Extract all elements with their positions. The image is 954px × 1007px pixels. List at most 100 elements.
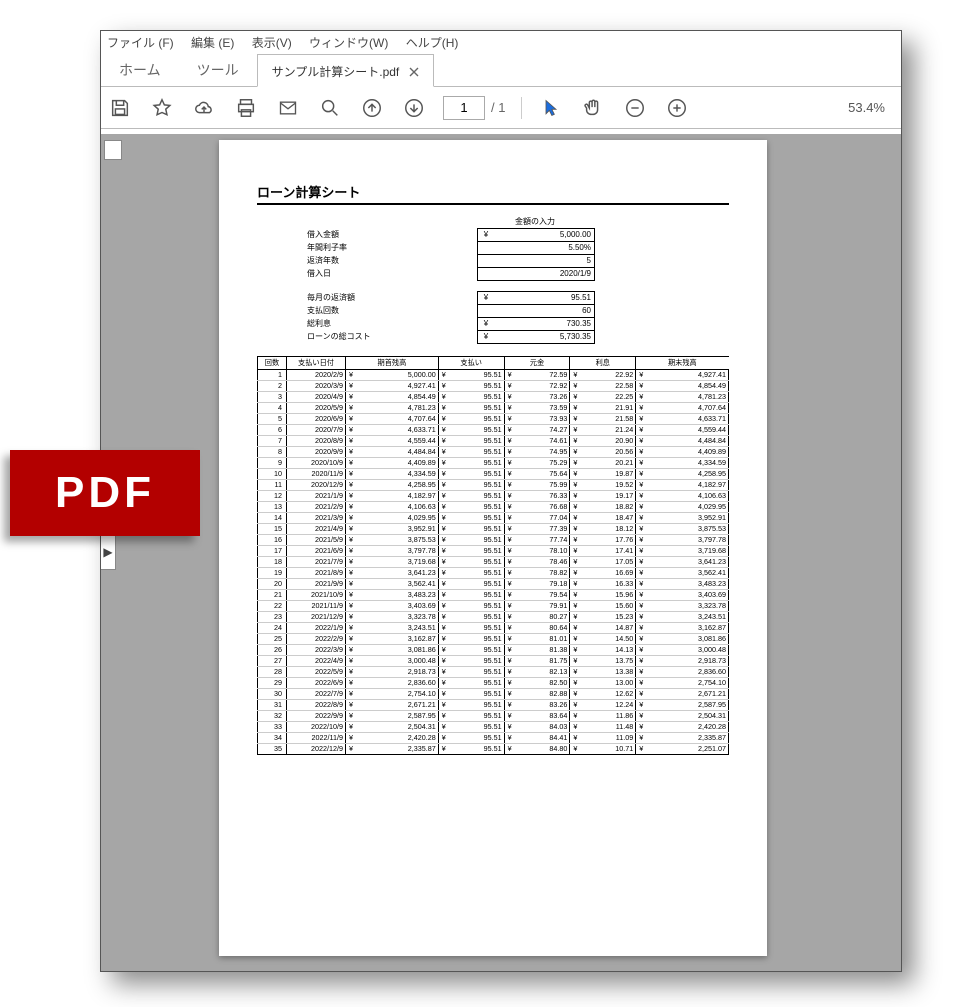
col-header: 回数 [258, 357, 287, 370]
tab-home[interactable]: ホーム [101, 52, 179, 86]
table-row: 72020/8/9¥4,559.44¥95.51¥74.61¥20.90¥4,4… [258, 436, 729, 447]
toolbar: / 1 53.4% [101, 87, 901, 129]
doc-title: ローン計算シート [257, 182, 729, 205]
table-row: 272022/4/9¥3,000.48¥95.51¥81.75¥13.75¥2,… [258, 656, 729, 667]
table-row: 22020/3/9¥4,927.41¥95.51¥72.92¥22.58¥4,8… [258, 381, 729, 392]
page-indicator: / 1 [443, 96, 505, 120]
summary-label: ローンの総コスト [307, 330, 477, 343]
page-input[interactable] [443, 96, 485, 120]
document-viewer[interactable]: ▶ ローン計算シート . 借入金額年間利子率返済年数借入日 金額の入力 ¥5,0… [101, 134, 901, 971]
summary-values: ¥95.5160¥730.35¥5,730.35 [477, 291, 595, 344]
page-total: / 1 [491, 100, 505, 115]
table-row: 82020/9/9¥4,484.84¥95.51¥74.95¥20.56¥4,4… [258, 447, 729, 458]
table-row: 62020/7/9¥4,633.71¥95.51¥74.27¥21.24¥4,5… [258, 425, 729, 436]
table-row: 142021/3/9¥4,029.95¥95.51¥77.04¥18.47¥3,… [258, 513, 729, 524]
page-down-icon[interactable] [401, 95, 427, 121]
table-row: 352022/12/9¥2,335.87¥95.51¥84.80¥10.71¥2… [258, 744, 729, 755]
param-value: ¥5,000.00 [478, 229, 594, 242]
table-row: 342022/11/9¥2,420.28¥95.51¥84.41¥11.09¥2… [258, 733, 729, 744]
table-row: 92020/10/9¥4,409.89¥95.51¥75.29¥20.21¥4,… [258, 458, 729, 469]
table-row: 42020/5/9¥4,781.23¥95.51¥73.59¥21.91¥4,7… [258, 403, 729, 414]
col-header: 支払い日付 [287, 357, 346, 370]
summary-labels: 毎月の返済額支払回数総利息ローンの総コスト [307, 291, 477, 344]
table-row: 182021/7/9¥3,719.68¥95.51¥78.46¥17.05¥3,… [258, 557, 729, 568]
table-row: 232021/12/9¥3,323.78¥95.51¥80.27¥15.23¥3… [258, 612, 729, 623]
loan-table: 回数支払い日付期首残高支払い元金利息期末残高 12020/2/9¥5,000.0… [257, 356, 729, 755]
param-label: 借入金額 [307, 228, 477, 241]
table-row: 112020/12/9¥4,258.95¥95.51¥75.99¥19.52¥4… [258, 480, 729, 491]
table-row: 312022/8/9¥2,671.21¥95.51¥83.26¥12.24¥2,… [258, 700, 729, 711]
pdf-badge: PDF [10, 450, 200, 536]
tab-active[interactable]: サンプル計算シート.pdf [257, 54, 435, 87]
search-icon[interactable] [317, 95, 343, 121]
star-icon[interactable] [149, 95, 175, 121]
summary-value: ¥730.35 [478, 318, 594, 331]
menubar: ファイル (F) 編集 (E) 表示(V) ウィンドウ(W) ヘルプ(H) [101, 31, 901, 54]
print-icon[interactable] [233, 95, 259, 121]
tab-active-label: サンプル計算シート.pdf [272, 63, 400, 80]
table-row: 242022/1/9¥3,243.51¥95.51¥80.64¥14.87¥3,… [258, 623, 729, 634]
summary-label: 総利息 [307, 317, 477, 330]
col-header: 元金 [504, 357, 570, 370]
summary-value: ¥5,730.35 [478, 331, 594, 343]
col-header: 利息 [570, 357, 636, 370]
table-row: 282022/5/9¥2,918.73¥95.51¥82.13¥13.38¥2,… [258, 667, 729, 678]
save-icon[interactable] [107, 95, 133, 121]
table-row: 172021/6/9¥3,797.78¥95.51¥78.10¥17.41¥3,… [258, 546, 729, 557]
table-row: 202021/9/9¥3,562.41¥95.51¥79.18¥16.33¥3,… [258, 579, 729, 590]
page: ローン計算シート . 借入金額年間利子率返済年数借入日 金額の入力 ¥5,000… [219, 140, 767, 956]
col-header: 支払い [438, 357, 504, 370]
page-up-icon[interactable] [359, 95, 385, 121]
table-row: 102020/11/9¥4,334.59¥95.51¥75.64¥19.87¥4… [258, 469, 729, 480]
input-caption: 金額の入力 [477, 215, 593, 228]
table-row: 192021/8/9¥3,641.23¥95.51¥78.82¥16.69¥3,… [258, 568, 729, 579]
param-label: 借入日 [307, 267, 477, 280]
col-header: 期末残高 [636, 357, 729, 370]
param-value: 5.50% [478, 242, 594, 255]
table-row: 152021/4/9¥3,952.91¥95.51¥77.39¥18.12¥3,… [258, 524, 729, 535]
table-row: 292022/6/9¥2,836.60¥95.51¥82.50¥13.00¥2,… [258, 678, 729, 689]
param-labels: . 借入金額年間利子率返済年数借入日 [307, 215, 477, 281]
table-row: 262022/3/9¥3,081.86¥95.51¥81.38¥14.13¥3,… [258, 645, 729, 656]
summary-value: 60 [478, 305, 594, 318]
summary-value: ¥95.51 [478, 292, 594, 305]
table-row: 122021/1/9¥4,182.97¥95.51¥76.33¥19.17¥4,… [258, 491, 729, 502]
tab-tools[interactable]: ツール [179, 52, 257, 86]
zoom-in-icon[interactable] [664, 95, 690, 121]
cloud-icon[interactable] [191, 95, 217, 121]
param-values: ¥5,000.005.50%52020/1/9 [477, 228, 595, 281]
thumbnail[interactable] [104, 140, 122, 160]
select-tool-icon[interactable] [538, 95, 564, 121]
table-row: 162021/5/9¥3,875.53¥95.51¥77.74¥17.76¥3,… [258, 535, 729, 546]
table-row: 12020/2/9¥5,000.00¥95.51¥72.59¥22.92¥4,9… [258, 370, 729, 381]
mail-icon[interactable] [275, 95, 301, 121]
separator [521, 97, 522, 119]
summary-label: 支払回数 [307, 304, 477, 317]
table-row: 32020/4/9¥4,854.49¥95.51¥73.26¥22.25¥4,7… [258, 392, 729, 403]
hand-tool-icon[interactable] [580, 95, 606, 121]
tab-row: ホーム ツール サンプル計算シート.pdf [101, 54, 901, 87]
summary-label: 毎月の返済額 [307, 291, 477, 304]
table-row: 212021/10/9¥3,483.23¥95.51¥79.54¥15.96¥3… [258, 590, 729, 601]
tab-close-icon[interactable] [409, 67, 419, 77]
loan-table-header: 回数支払い日付期首残高支払い元金利息期末残高 [258, 357, 729, 370]
pdf-badge-label: PDF [55, 468, 155, 518]
table-row: 302022/7/9¥2,754.10¥95.51¥82.88¥12.62¥2,… [258, 689, 729, 700]
table-row: 332022/10/9¥2,504.31¥95.51¥84.03¥11.48¥2… [258, 722, 729, 733]
table-row: 132021/2/9¥4,106.63¥95.51¥76.68¥18.82¥4,… [258, 502, 729, 513]
menu-edit[interactable]: 編集 (E) [191, 36, 234, 50]
zoom-out-icon[interactable] [622, 95, 648, 121]
menu-file[interactable]: ファイル (F) [107, 36, 174, 50]
param-value: 5 [478, 255, 594, 268]
param-label: 年間利子率 [307, 241, 477, 254]
thumbnail-strip [101, 134, 125, 971]
param-value: 2020/1/9 [478, 268, 594, 280]
col-header: 期首残高 [346, 357, 439, 370]
menu-window[interactable]: ウィンドウ(W) [309, 36, 388, 50]
table-row: 52020/6/9¥4,707.64¥95.51¥73.93¥21.58¥4,6… [258, 414, 729, 425]
param-label: 返済年数 [307, 254, 477, 267]
menu-help[interactable]: ヘルプ(H) [406, 36, 459, 50]
app-window: ファイル (F) 編集 (E) 表示(V) ウィンドウ(W) ヘルプ(H) ホー… [100, 30, 902, 972]
zoom-level[interactable]: 53.4% [848, 100, 885, 115]
menu-view[interactable]: 表示(V) [252, 36, 292, 50]
